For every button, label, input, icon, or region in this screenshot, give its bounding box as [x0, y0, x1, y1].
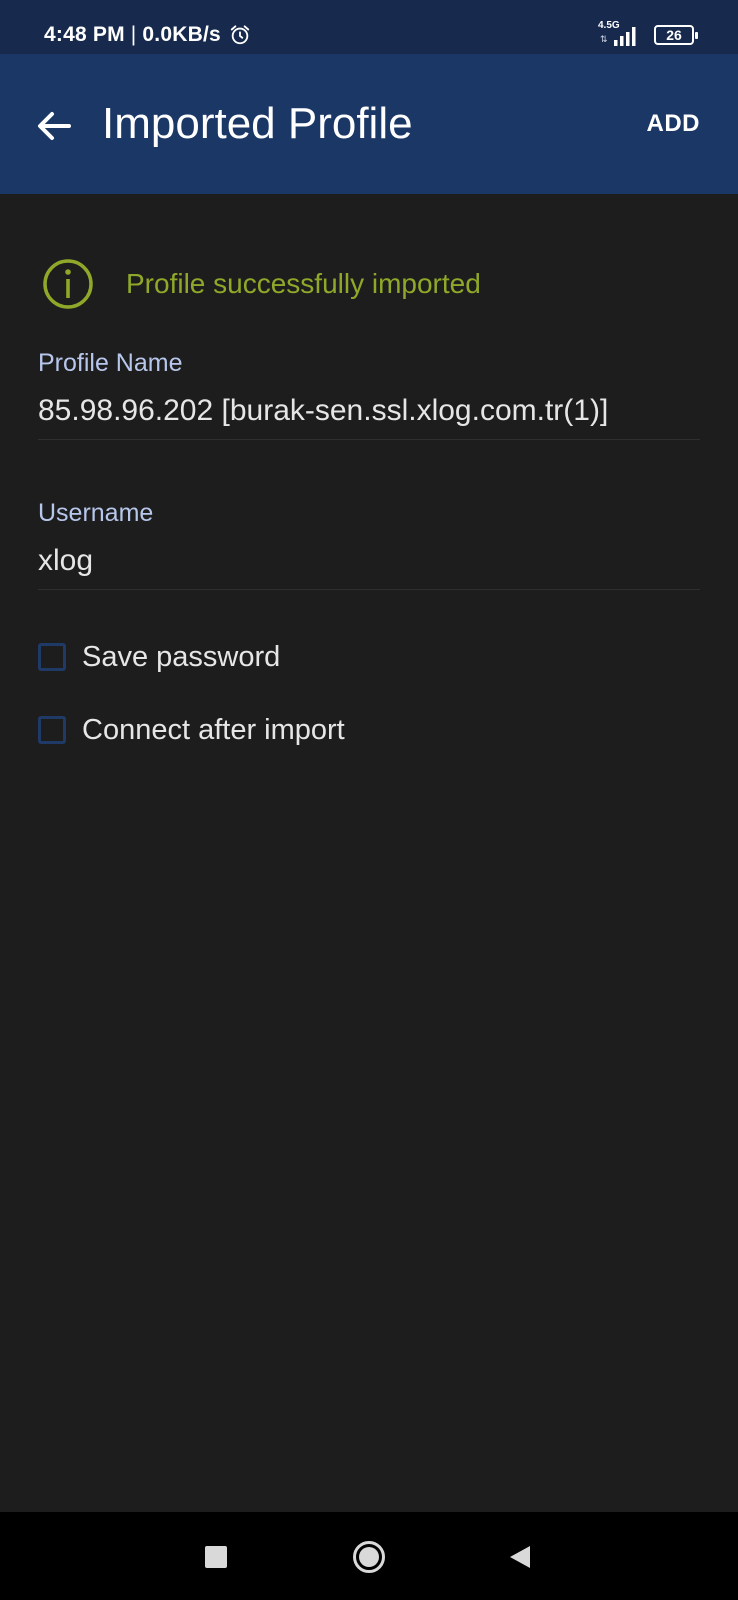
network-indicator: 4.5G ⇅ [598, 20, 640, 48]
connect-after-import-checkbox[interactable] [38, 716, 66, 744]
status-left: 4:48 PM | 0.0KB/s [44, 20, 251, 50]
status-separator: | [130, 23, 137, 46]
import-notice: Profile successfully imported [42, 258, 481, 310]
recents-icon[interactable] [205, 1546, 227, 1568]
alarm-icon [230, 25, 250, 45]
notice-text: Profile successfully imported [126, 268, 481, 299]
username-label: Username [38, 499, 154, 527]
navigation-bar [0, 1512, 738, 1600]
save-password-checkbox[interactable] [38, 643, 66, 671]
save-password-label: Save password [82, 640, 281, 673]
save-password-option[interactable]: Save password [38, 637, 280, 677]
page-title: Imported Profile [102, 99, 413, 148]
battery-level: 26 [666, 27, 682, 43]
status-bar: 4:48 PM | 0.0KB/s 4.5G ⇅ 26 [0, 0, 738, 54]
signal-icon [614, 27, 636, 46]
profile-name-field[interactable]: 85.98.96.202 [burak-sen.ssl.xlog.com.tr(… [38, 394, 608, 428]
home-icon[interactable] [352, 1540, 386, 1574]
add-button[interactable]: ADD [647, 110, 701, 138]
username-underline [38, 589, 700, 590]
battery-icon: 26 [654, 25, 698, 45]
profile-name-underline [38, 439, 700, 440]
back-icon[interactable] [508, 1544, 532, 1570]
back-button[interactable] [32, 104, 76, 148]
app-bar: Imported Profile ADD [0, 54, 738, 194]
connect-after-import-option[interactable]: Connect after import [38, 710, 345, 750]
info-icon [43, 259, 93, 309]
connect-after-import-label: Connect after import [82, 713, 345, 746]
username-field[interactable]: xlog [38, 544, 93, 578]
status-right: 4.5G ⇅ 26 [598, 20, 698, 50]
status-time: 4:48 PM [44, 23, 125, 46]
data-arrows-icon: ⇅ [600, 34, 608, 44]
profile-name-label: Profile Name [38, 349, 183, 377]
back-arrow-icon [38, 112, 71, 140]
network-speed: 0.0KB/s [142, 23, 221, 46]
